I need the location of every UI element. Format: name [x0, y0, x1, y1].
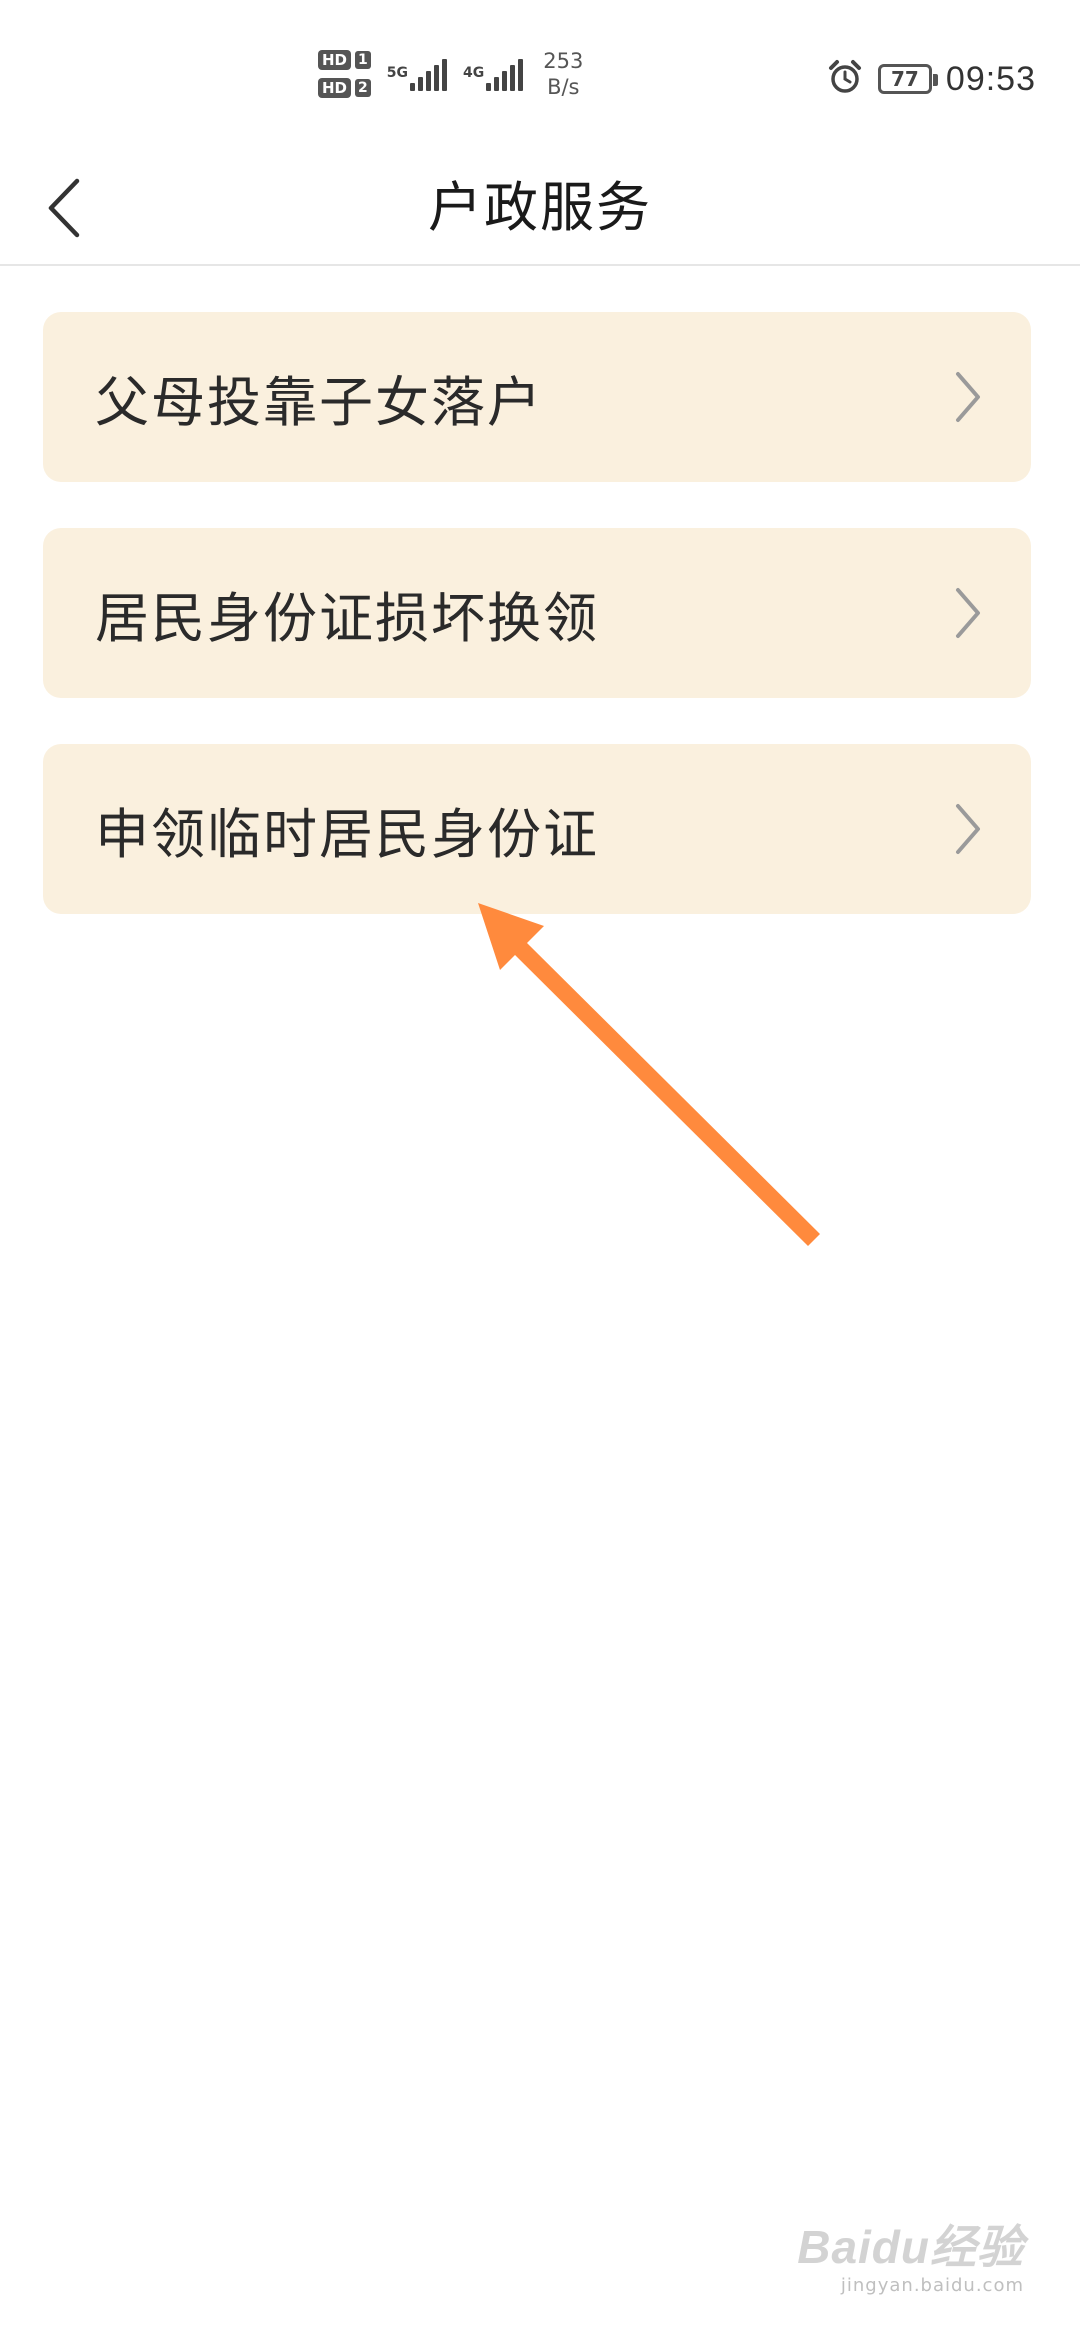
service-item-temp-id-card[interactable]: 申领临时居民身份证 [43, 744, 1031, 914]
app-header: 户政服务 [0, 150, 1080, 266]
chevron-right-icon [953, 369, 983, 425]
speed-unit: B/s [547, 75, 580, 99]
watermark-logo: Baidu经验 [797, 2221, 1024, 2273]
clock: 09:53 [945, 59, 1036, 98]
sim-number: 1 [355, 51, 371, 69]
hd-label: HD [318, 50, 352, 70]
network-status: HD 1 HD 2 5G 4G 253 B/s [318, 48, 583, 100]
chevron-right-icon [953, 585, 983, 641]
network-speed: 253 B/s [543, 48, 583, 100]
hd-badge-sim1: HD 1 [318, 50, 371, 70]
service-item-label: 父母投靠子女落户 [95, 370, 543, 434]
hd-indicators: HD 1 HD 2 [318, 50, 371, 98]
chevron-right-icon [953, 801, 983, 857]
status-bar: HD 1 HD 2 5G 4G 253 B/s 77 09:53 [0, 0, 1080, 150]
network-type-label: 4G [463, 65, 485, 81]
system-status: 77 09:53 [826, 58, 1036, 100]
page-title: 户政服务 [428, 176, 652, 239]
signal-strength-icon [410, 57, 447, 91]
hd-label: HD [318, 78, 352, 98]
network-4g: 4G [463, 57, 524, 91]
sim-number: 2 [355, 79, 371, 97]
alarm-clock-icon [826, 58, 864, 100]
watermark: Baidu经验 jingyan.baidu.com [797, 2211, 1024, 2296]
service-item-label: 申领临时居民身份证 [95, 802, 599, 866]
service-item-id-card-replace[interactable]: 居民身份证损坏换领 [43, 528, 1031, 698]
signal-strength-icon [486, 57, 524, 91]
service-list: 父母投靠子女落户 居民身份证损坏换领 申领临时居民身份证 [43, 312, 1031, 960]
service-item-parents-settle[interactable]: 父母投靠子女落户 [43, 312, 1031, 482]
battery-icon: 77 [877, 64, 938, 94]
network-5g: 5G [387, 57, 447, 91]
speed-value: 253 [543, 49, 584, 73]
battery-level: 77 [890, 67, 919, 91]
watermark-url: jingyan.baidu.com [840, 2275, 1024, 2296]
hd-badge-sim2: HD 2 [318, 78, 371, 98]
network-type-label: 5G [386, 65, 408, 81]
service-item-label: 居民身份证损坏换领 [95, 586, 599, 650]
